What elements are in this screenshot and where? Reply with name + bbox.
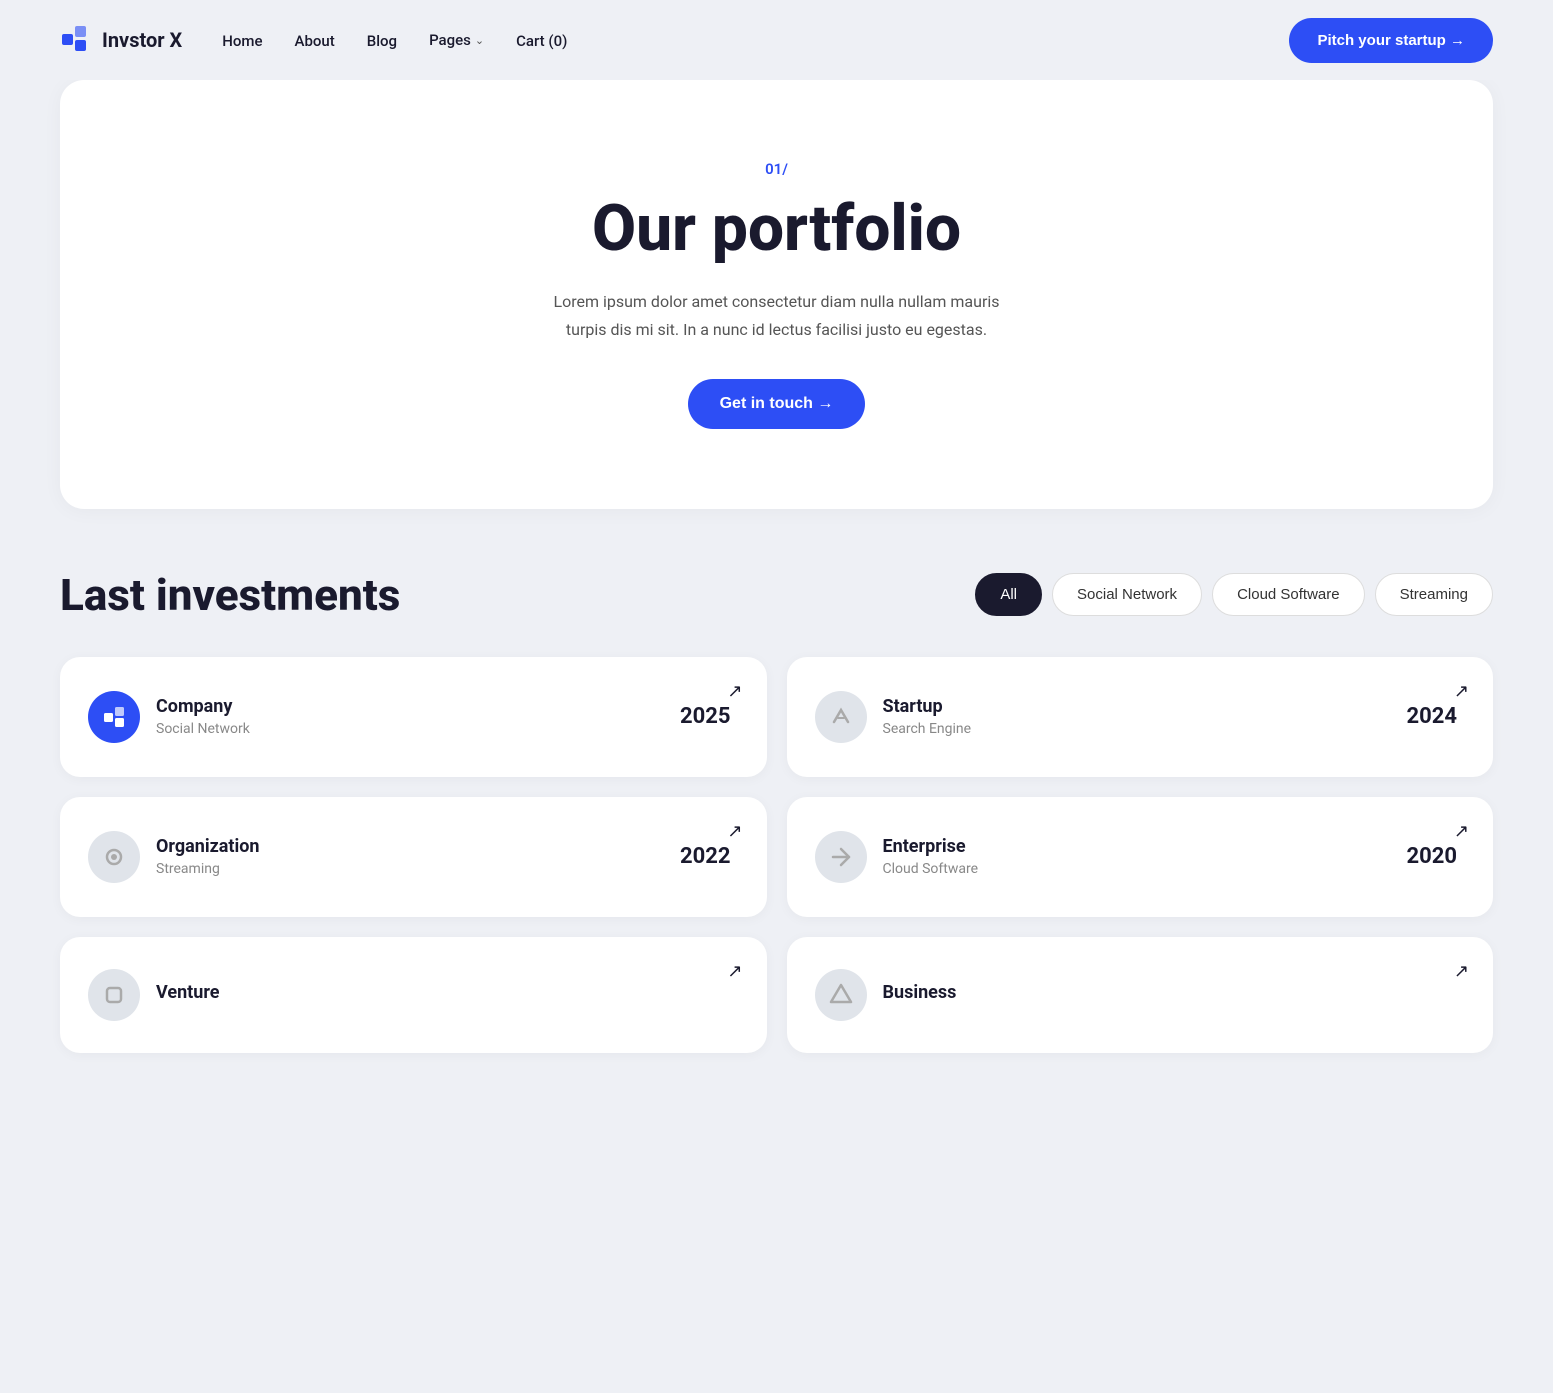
card-arrow-icon-company[interactable]: ↗ <box>727 681 742 702</box>
enterprise-category: Cloud Software <box>883 861 979 877</box>
investment-card-venture[interactable]: ↗ Venture <box>60 937 767 1053</box>
company-name: Company <box>156 696 250 717</box>
logo-icon <box>60 24 92 56</box>
filter-social-button[interactable]: Social Network <box>1052 573 1202 616</box>
investment-card-enterprise[interactable]: ↗ Enterprise Cloud Software 2020 <box>787 797 1494 917</box>
card-arrow-icon-venture[interactable]: ↗ <box>727 961 742 982</box>
card-info-venture: Venture <box>88 969 220 1021</box>
startup-logo-svg <box>828 704 854 730</box>
nav-links: Home About Blog Pages ⌄ Cart (0) <box>222 31 567 50</box>
filter-streaming-button[interactable]: Streaming <box>1375 573 1493 616</box>
logo[interactable]: Invstor X <box>60 24 182 56</box>
nav-home[interactable]: Home <box>222 32 262 50</box>
startup-category: Search Engine <box>883 721 972 737</box>
startup-year: 2024 <box>1407 704 1458 729</box>
card-arrow-icon-business[interactable]: ↗ <box>1454 961 1469 982</box>
card-info-startup: Startup Search Engine <box>815 691 972 743</box>
filter-all-button[interactable]: All <box>975 573 1042 616</box>
get-in-touch-button[interactable]: Get in touch → <box>688 379 866 429</box>
enterprise-logo-svg <box>828 844 854 870</box>
investment-card-startup[interactable]: ↗ Startup Search Engine 2024 <box>787 657 1494 777</box>
investment-card-company[interactable]: ↗ Company Social Network 2025 <box>60 657 767 777</box>
nav-pages[interactable]: Pages ⌄ <box>429 31 484 49</box>
card-info-business: Business <box>815 969 957 1021</box>
brand-name: Invstor X <box>102 28 182 52</box>
venture-name: Venture <box>156 982 220 1003</box>
investment-cards-partial: ↗ Venture ↗ <box>60 937 1493 1053</box>
business-name: Business <box>883 982 957 1003</box>
card-logo-company <box>88 691 140 743</box>
card-logo-business <box>815 969 867 1021</box>
company-category: Social Network <box>156 721 250 737</box>
card-info-enterprise: Enterprise Cloud Software <box>815 831 979 883</box>
investments-section: Last investments All Social Network Clou… <box>0 569 1553 1113</box>
card-info-organization: Organization Streaming <box>88 831 260 883</box>
card-logo-venture <box>88 969 140 1021</box>
company-year: 2025 <box>680 704 731 729</box>
card-text-venture: Venture <box>156 982 220 1007</box>
hero-title: Our portfolio <box>100 194 1453 264</box>
investments-title: Last investments <box>60 569 400 621</box>
card-text-organization: Organization Streaming <box>156 836 260 877</box>
venture-logo-svg <box>101 982 127 1008</box>
startup-name: Startup <box>883 696 972 717</box>
investment-cards-grid: ↗ Company Social Network 2025 ↗ <box>60 657 1493 917</box>
card-arrow-icon-enterprise[interactable]: ↗ <box>1454 821 1469 842</box>
navbar-left: Invstor X Home About Blog Pages ⌄ Cart (… <box>60 24 567 56</box>
investments-header: Last investments All Social Network Clou… <box>60 569 1493 621</box>
card-text-enterprise: Enterprise Cloud Software <box>883 836 979 877</box>
card-text-company: Company Social Network <box>156 696 250 737</box>
nav-cart[interactable]: Cart (0) <box>516 32 567 50</box>
hero-section: 01/ Our portfolio Lorem ipsum dolor amet… <box>60 80 1493 509</box>
navbar: Invstor X Home About Blog Pages ⌄ Cart (… <box>0 0 1553 80</box>
investment-card-organization[interactable]: ↗ Organization Streaming 2022 <box>60 797 767 917</box>
organization-name: Organization <box>156 836 260 857</box>
business-logo-svg <box>828 982 854 1008</box>
nav-blog[interactable]: Blog <box>367 32 397 50</box>
card-logo-startup <box>815 691 867 743</box>
organization-category: Streaming <box>156 861 260 877</box>
company-logo-svg <box>101 704 127 730</box>
enterprise-year: 2020 <box>1407 844 1458 869</box>
investment-card-business[interactable]: ↗ Business <box>787 937 1494 1053</box>
card-arrow-icon-organization[interactable]: ↗ <box>727 821 742 842</box>
pages-chevron-icon: ⌄ <box>475 34 484 47</box>
pitch-startup-button[interactable]: Pitch your startup → <box>1289 18 1493 63</box>
card-text-startup: Startup Search Engine <box>883 696 972 737</box>
card-arrow-icon-startup[interactable]: ↗ <box>1454 681 1469 702</box>
card-logo-enterprise <box>815 831 867 883</box>
enterprise-name: Enterprise <box>883 836 979 857</box>
hero-label: 01/ <box>100 160 1453 178</box>
card-text-business: Business <box>883 982 957 1007</box>
hero-description: Lorem ipsum dolor amet consectetur diam … <box>537 288 1017 342</box>
organization-logo-svg <box>101 844 127 870</box>
nav-about[interactable]: About <box>295 32 335 50</box>
filter-buttons: All Social Network Cloud Software Stream… <box>975 573 1493 616</box>
organization-year: 2022 <box>680 844 731 869</box>
card-logo-organization <box>88 831 140 883</box>
card-info-company: Company Social Network <box>88 691 250 743</box>
filter-cloud-button[interactable]: Cloud Software <box>1212 573 1365 616</box>
